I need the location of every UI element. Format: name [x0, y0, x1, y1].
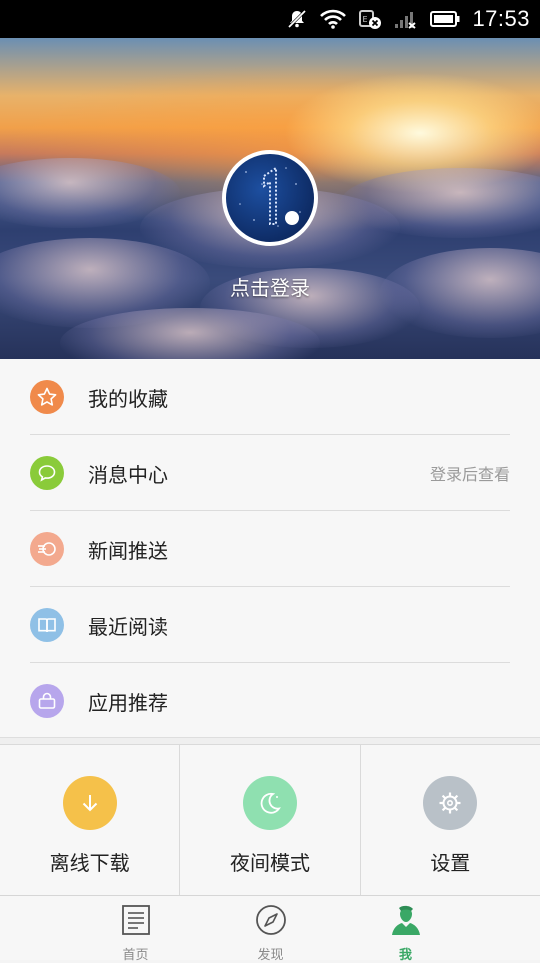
status-bar: E 17:53 — [0, 0, 540, 38]
person-icon — [390, 904, 422, 940]
menu-item-app-recommend[interactable]: 应用推荐 — [0, 663, 540, 739]
signal-icon — [394, 0, 418, 38]
download-icon — [62, 776, 117, 830]
news-icon — [120, 904, 152, 940]
night-mode-label: 夜间模式 — [229, 851, 310, 875]
menu-item-label: 消息中心 — [88, 462, 168, 487]
section-gap — [0, 737, 540, 744]
book-icon — [30, 608, 64, 642]
menu-item-label: 新闻推送 — [88, 538, 168, 563]
avatar[interactable] — [222, 150, 318, 246]
compass-icon — [255, 904, 287, 940]
avatar-logo-icon — [239, 166, 301, 227]
tab-home[interactable]: 首页 — [68, 896, 203, 963]
gear-icon — [423, 776, 478, 830]
wifi-icon — [320, 0, 347, 38]
profile-menu-list: 我的收藏 消息中心 登录后查看 新闻推送 最近阅读 应用推荐 — [0, 359, 540, 739]
tab-me-label: 我 — [398, 948, 412, 963]
menu-item-news-push[interactable]: 新闻推送 — [0, 511, 540, 587]
tab-home-label: 首页 — [122, 948, 149, 963]
settings-label: 设置 — [430, 851, 471, 875]
sim-disabled-icon: E — [358, 0, 382, 38]
bag-icon — [30, 684, 64, 718]
offline-download-label: 离线下载 — [49, 851, 130, 875]
tab-discover-label: 发现 — [257, 948, 284, 963]
tab-me[interactable]: 我 — [338, 896, 473, 963]
star-icon — [30, 380, 64, 414]
moon-icon — [242, 776, 297, 830]
settings-button[interactable]: 设置 — [359, 745, 540, 895]
svg-text:E: E — [363, 15, 368, 24]
menu-item-label: 我的收藏 — [88, 386, 168, 411]
menu-item-favorites[interactable]: 我的收藏 — [0, 359, 540, 435]
menu-item-recent-reading[interactable]: 最近阅读 — [0, 587, 540, 663]
menu-item-label: 应用推荐 — [88, 690, 168, 715]
status-time: 17:53 — [472, 6, 530, 31]
profile-header: 点击登录 — [0, 38, 540, 359]
shortcut-grid: 离线下载 夜间模式 设置 — [0, 744, 540, 895]
mute-bell-icon — [286, 0, 308, 38]
login-link[interactable]: 点击登录 — [0, 272, 540, 301]
push-icon — [30, 532, 64, 566]
menu-item-messages[interactable]: 消息中心 登录后查看 — [0, 435, 540, 511]
tab-discover[interactable]: 发现 — [203, 896, 338, 963]
battery-icon — [430, 0, 460, 38]
menu-item-label: 最近阅读 — [88, 614, 168, 639]
offline-download-button[interactable]: 离线下载 — [0, 745, 179, 895]
night-mode-button[interactable]: 夜间模式 — [179, 745, 359, 895]
login-hint: 登录后查看 — [429, 465, 510, 484]
bottom-tab-bar: 首页 发现 我 — [0, 895, 540, 963]
chat-bubble-icon — [30, 456, 64, 490]
